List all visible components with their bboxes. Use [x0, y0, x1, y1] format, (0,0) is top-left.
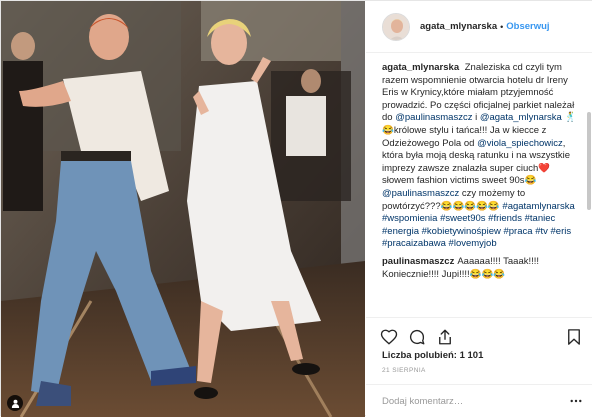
hashtag-link[interactable]: #energia	[382, 226, 419, 237]
post-photo[interactable]	[1, 1, 365, 417]
likes-count[interactable]: Liczba polubień: 1 101	[382, 350, 483, 361]
like-button[interactable]	[380, 328, 398, 346]
hashtag-link[interactable]: #wspomienia	[382, 213, 437, 224]
hashtag-link[interactable]: #tv	[535, 226, 548, 237]
more-options-button[interactable]	[569, 394, 583, 408]
photo-illustration	[1, 1, 365, 417]
hashtag-link[interactable]: #friends	[488, 213, 522, 224]
save-button[interactable]	[565, 328, 583, 346]
instagram-post: agata_mlynarska • Obserwuj agata_mlynars…	[0, 0, 592, 417]
comment-username[interactable]: paulinasmaszcz	[382, 256, 454, 267]
comments-scrollbar[interactable]	[587, 112, 591, 210]
share-icon	[439, 329, 451, 344]
header-username[interactable]: agata_mlynarska	[420, 21, 497, 32]
hashtag-link[interactable]: #lovemyjob	[449, 238, 497, 249]
hashtag-link[interactable]: #kobietywinośpiew	[422, 226, 501, 237]
hashtag-link[interactable]: #taniec	[525, 213, 556, 224]
caption-text-segment: i	[472, 112, 480, 124]
comments-section[interactable]: agata_mlynarska Znaleziska cd czyli tym …	[366, 54, 592, 316]
mention-link[interactable]: @paulinasmaszcz	[395, 112, 472, 123]
bookmark-icon	[568, 328, 580, 345]
hashtag-link[interactable]: #sweet90s	[440, 213, 485, 224]
follow-button[interactable]: Obserwuj	[506, 21, 549, 32]
comment-icon	[410, 329, 425, 344]
mention-link[interactable]: @paulinasmaszcz	[382, 188, 459, 199]
add-comment-bar	[366, 384, 592, 417]
caption-username[interactable]: agata_mlynarska	[382, 62, 459, 73]
mention-link[interactable]: @agata_mlynarska	[480, 112, 562, 123]
header-separator: •	[500, 21, 504, 32]
mention-link[interactable]: @viola_spiechowicz	[477, 138, 563, 149]
post-sidebar: agata_mlynarska • Obserwuj agata_mlynars…	[366, 1, 592, 417]
avatar[interactable]	[382, 12, 410, 41]
caption: agata_mlynarska Znaleziska cd czyli tym …	[382, 62, 579, 251]
caption-text: Znaleziska cd czyli tym razem wspomnieni…	[382, 62, 576, 249]
add-comment-input[interactable]	[382, 395, 569, 407]
avatar-image	[383, 13, 409, 40]
post-header: agata_mlynarska • Obserwuj	[366, 1, 592, 53]
user-tag-button[interactable]	[7, 395, 23, 411]
comment-item: paulinasmaszcz Aaaaaa!!!! Taaak!!!! Konie…	[382, 256, 579, 281]
post-date: 21 sierpnia	[382, 367, 426, 374]
hashtag-link[interactable]: #agatamlynarska	[502, 201, 574, 212]
hashtag-link[interactable]: #praca	[503, 226, 532, 237]
user-tag-icon	[11, 399, 19, 408]
hashtag-link[interactable]: #pracaizabawa	[382, 238, 446, 249]
share-button[interactable]	[436, 328, 454, 346]
hashtag-link[interactable]: #eris	[551, 226, 572, 237]
comment-button[interactable]	[408, 328, 426, 346]
heart-icon	[380, 329, 398, 345]
more-dots-icon	[570, 399, 582, 403]
